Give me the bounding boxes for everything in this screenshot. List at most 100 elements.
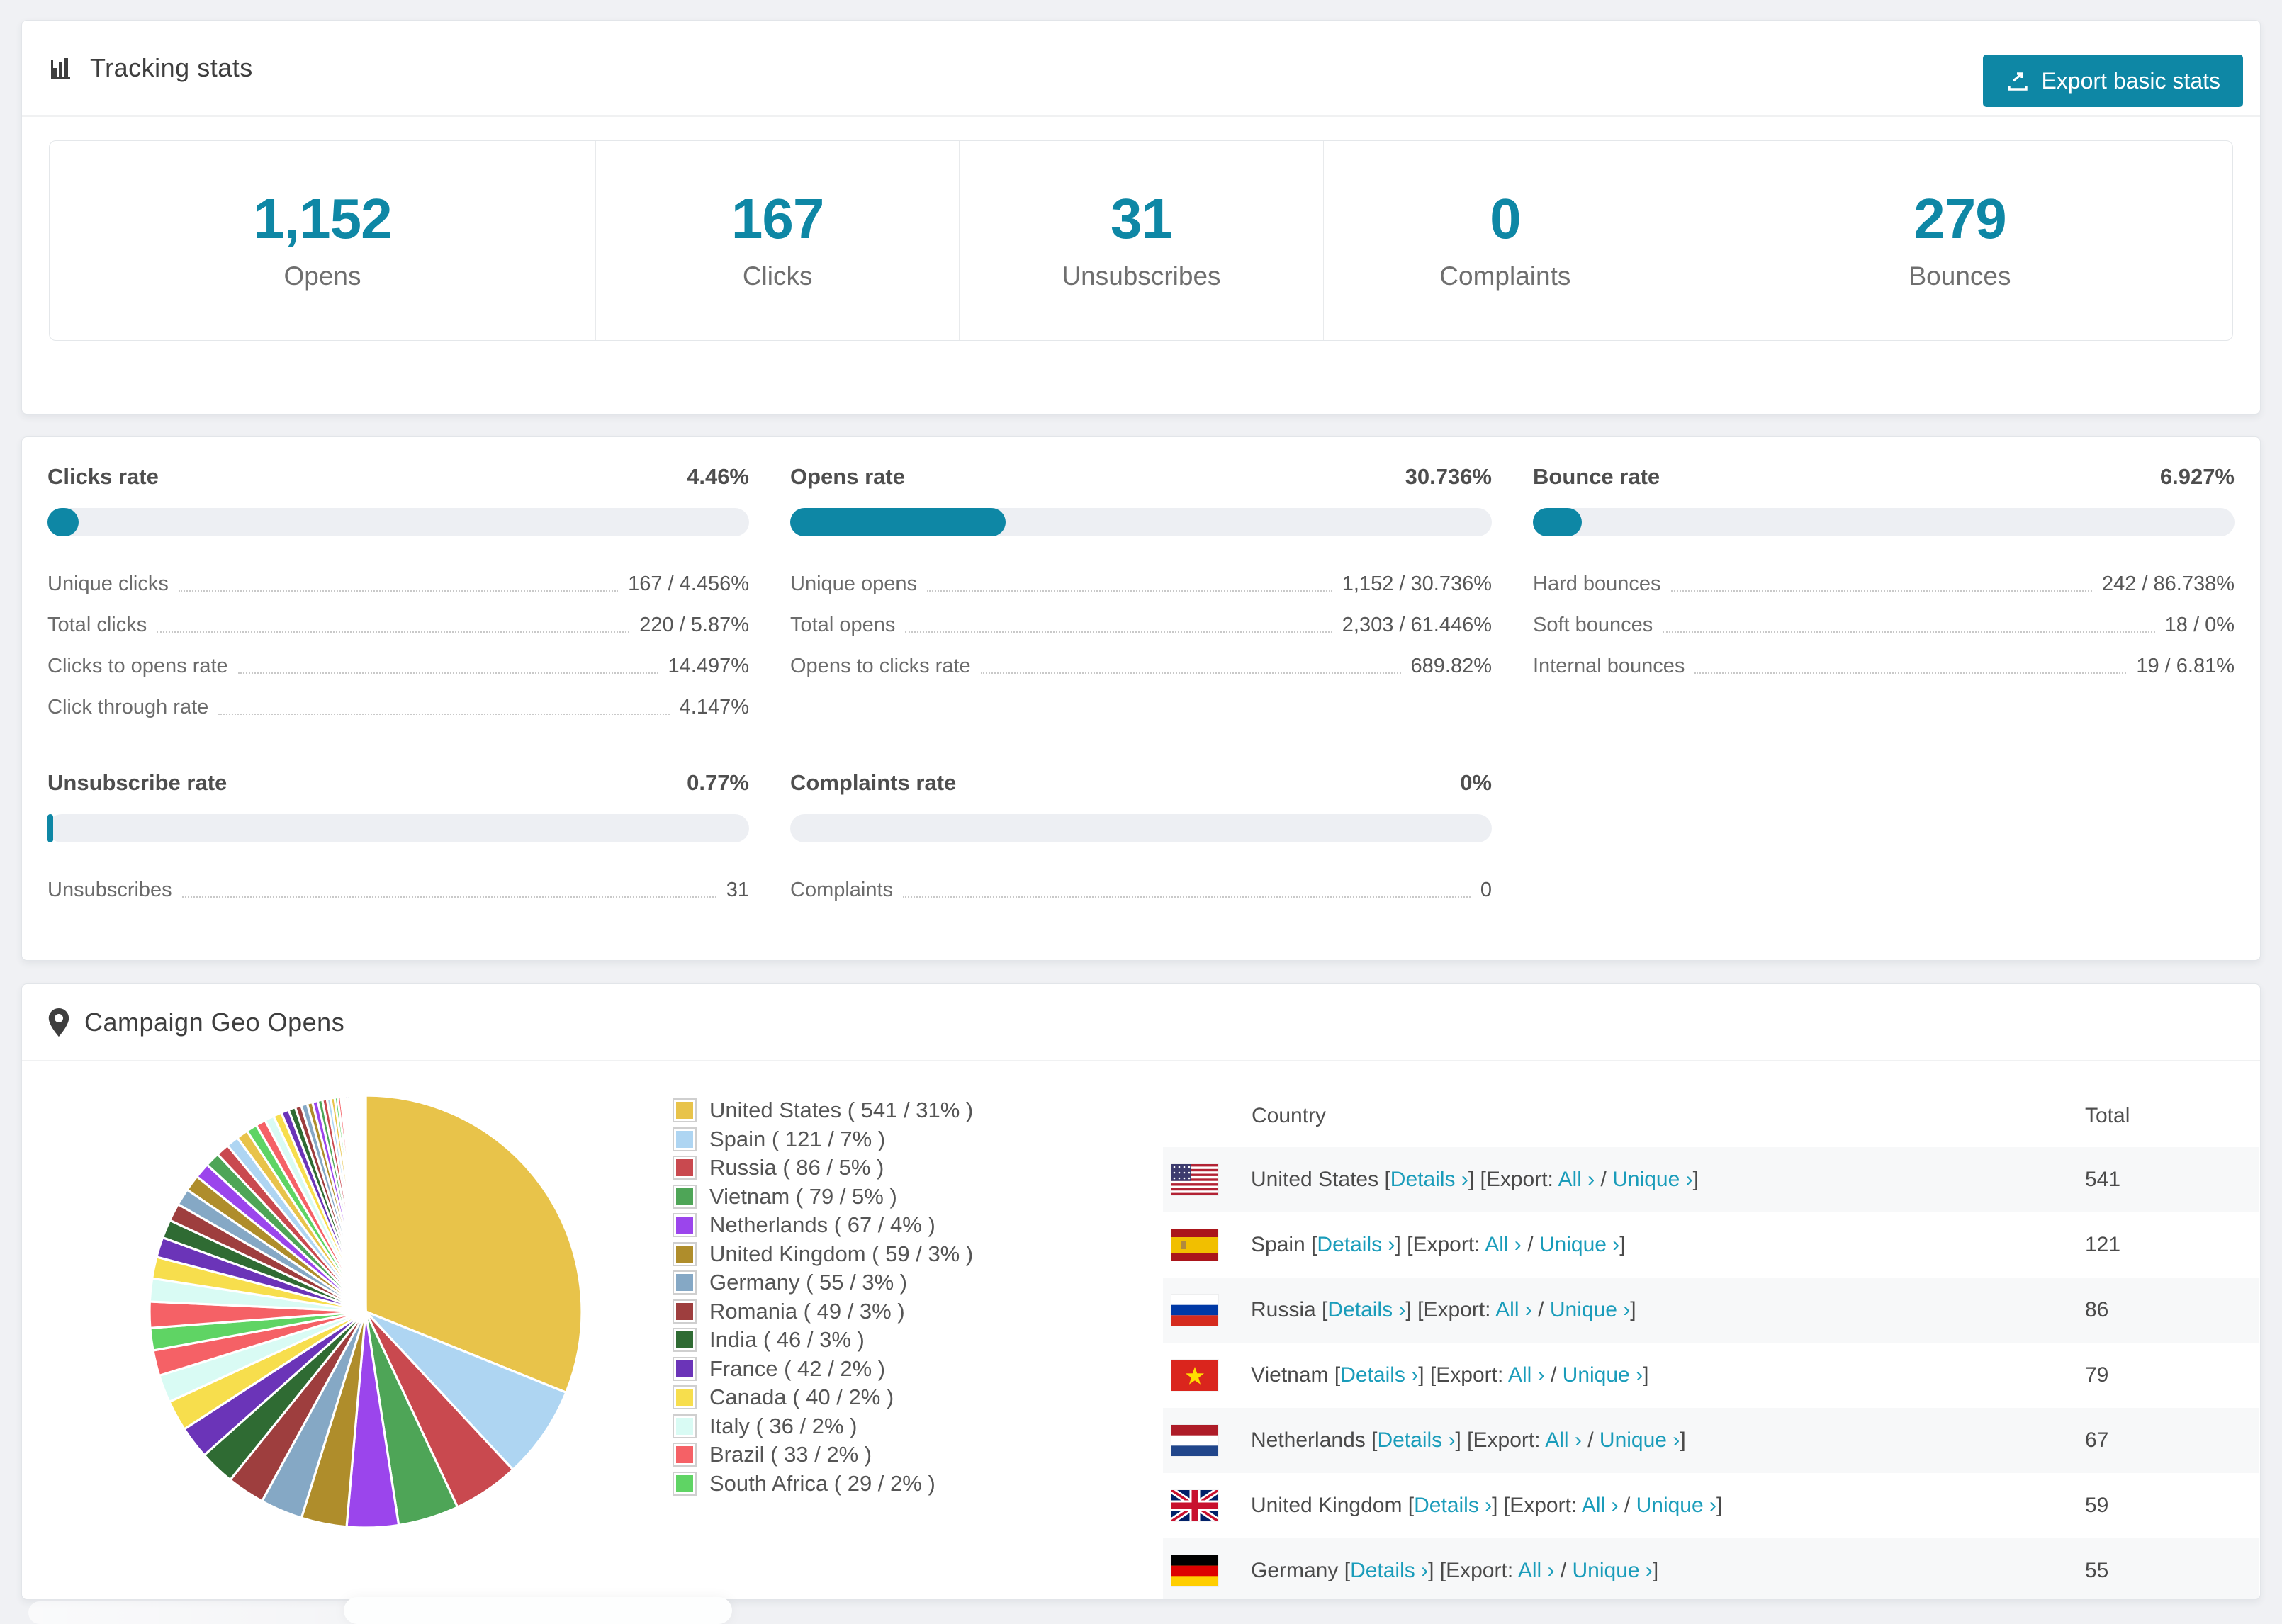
legend-swatch xyxy=(673,1299,697,1324)
flag-vietnam xyxy=(1171,1360,1218,1391)
bracket: ] xyxy=(1716,1494,1723,1517)
bracket: ] xyxy=(1652,1559,1659,1582)
export-prefix: Export: xyxy=(1473,1428,1546,1452)
rate-header: Opens rate 30.736% xyxy=(790,464,1492,490)
legend-item-germany[interactable]: Germany ( 55 / 3% ) xyxy=(673,1268,973,1297)
flag-germany xyxy=(1171,1555,1218,1586)
separator: / xyxy=(1595,1168,1613,1191)
legend-swatch xyxy=(673,1098,697,1123)
separator: / xyxy=(1521,1233,1539,1256)
geo-details-link[interactable]: Details › xyxy=(1340,1363,1418,1387)
geo-export-all-link[interactable]: All › xyxy=(1508,1363,1545,1387)
stat-label: Bounces xyxy=(1909,261,2011,291)
geo-details-link[interactable]: Details › xyxy=(1390,1168,1468,1191)
tracking-stats-page: Tracking stats Export basic stats 1,152 O… xyxy=(0,0,2282,1624)
dotted-leader xyxy=(1663,631,2155,633)
geo-export-all-link[interactable]: All › xyxy=(1582,1494,1619,1517)
legend-swatch xyxy=(673,1241,697,1266)
rate-detail-row: Clicks to opens rate 14.497% xyxy=(47,645,749,687)
geo-export-unique-link[interactable]: Unique › xyxy=(1600,1428,1680,1452)
legend-item-italy[interactable]: Italy ( 36 / 2% ) xyxy=(673,1412,973,1441)
legend-item-spain[interactable]: Spain ( 121 / 7% ) xyxy=(673,1125,973,1154)
bracket: ] [ xyxy=(1455,1428,1473,1452)
rate-detail-row: Total clicks 220 / 5.87% xyxy=(47,604,749,645)
separator: / xyxy=(1544,1363,1563,1387)
legend-swatch xyxy=(673,1127,697,1151)
country-name: Netherlands xyxy=(1251,1428,1372,1452)
rate-detail-row: Unique clicks 167 / 4.456% xyxy=(47,563,749,604)
table-row-spain: Spain [Details ›] [Export: All › / Uniqu… xyxy=(1163,1212,2259,1278)
stat-box-bounces: 279 Bounces xyxy=(1686,141,2232,340)
rate-detail-row: Total opens 2,303 / 61.446% xyxy=(790,604,1492,645)
legend-item-india[interactable]: India ( 46 / 3% ) xyxy=(673,1326,973,1355)
legend-label: France ( 42 / 2% ) xyxy=(709,1355,886,1381)
detail-value: 242 / 86.738% xyxy=(2101,572,2235,595)
legend-label: Canada ( 40 / 2% ) xyxy=(709,1385,894,1410)
legend-item-south-africa[interactable]: South Africa ( 29 / 2% ) xyxy=(673,1470,973,1499)
geo-export-unique-link[interactable]: Unique › xyxy=(1573,1559,1653,1582)
legend-label: Brazil ( 33 / 2% ) xyxy=(709,1442,872,1467)
geo-details-link[interactable]: Details › xyxy=(1350,1559,1428,1582)
geo-export-all-link[interactable]: All › xyxy=(1558,1168,1595,1191)
detail-label: Soft bounces xyxy=(1533,613,1653,636)
stat-value: 0 xyxy=(1490,186,1521,250)
separator: / xyxy=(1554,1559,1573,1582)
rate-block-complaints-rate: Complaints rate 0% Complaints 0 xyxy=(790,770,1492,910)
bracket: ] [ xyxy=(1418,1363,1437,1387)
legend-item-russia[interactable]: Russia ( 86 / 5% ) xyxy=(673,1154,973,1183)
legend-item-france[interactable]: France ( 42 / 2% ) xyxy=(673,1355,973,1384)
geo-details-link[interactable]: Details › xyxy=(1327,1298,1405,1321)
geo-export-all-link[interactable]: All › xyxy=(1495,1298,1532,1321)
pie-slice-other-61[interactable] xyxy=(364,1094,367,1313)
geo-details-link[interactable]: Details › xyxy=(1414,1494,1492,1517)
legend-item-united-kingdom[interactable]: United Kingdom ( 59 / 3% ) xyxy=(673,1240,973,1269)
column-header-total: Total xyxy=(2085,1104,2130,1127)
dotted-leader xyxy=(181,896,716,898)
stat-box-complaints: 0 Complaints xyxy=(1322,141,1687,340)
geo-opens-pie-chart[interactable] xyxy=(139,1085,592,1538)
legend-label: Russia ( 86 / 5% ) xyxy=(709,1155,884,1180)
geo-export-all-link[interactable]: All › xyxy=(1485,1233,1522,1256)
geo-export-unique-link[interactable]: Unique › xyxy=(1539,1233,1619,1256)
bottom-cutoff-overlay xyxy=(344,1597,732,1624)
geo-export-unique-link[interactable]: Unique › xyxy=(1612,1168,1692,1191)
rate-detail-row: Unique opens 1,152 / 30.736% xyxy=(790,563,1492,604)
dotted-leader xyxy=(1670,590,2092,592)
table-row-vietnam: Vietnam [Details ›] [Export: All › / Uni… xyxy=(1163,1343,2259,1408)
geo-details-link[interactable]: Details › xyxy=(1377,1428,1455,1452)
geo-export-all-link[interactable]: All › xyxy=(1545,1428,1582,1452)
rate-detail-row: Opens to clicks rate 689.82% xyxy=(790,645,1492,687)
rate-value: 4.46% xyxy=(687,464,749,489)
table-row-united-states: United States [Details ›] [Export: All ›… xyxy=(1163,1147,2259,1212)
total-cell: 55 xyxy=(2085,1559,2109,1582)
geo-export-unique-link[interactable]: Unique › xyxy=(1550,1298,1630,1321)
legend-swatch xyxy=(673,1385,697,1410)
geo-export-unique-link[interactable]: Unique › xyxy=(1563,1363,1643,1387)
export-basic-stats-button[interactable]: Export basic stats xyxy=(1983,55,2243,107)
legend-item-romania[interactable]: Romania ( 49 / 3% ) xyxy=(673,1297,973,1326)
detail-value: 18 / 0% xyxy=(2164,613,2235,636)
detail-label: Internal bounces xyxy=(1533,654,1685,677)
country-cell: Russia [Details ›] [Export: All › / Uniq… xyxy=(1251,1298,2085,1322)
rate-progress-track xyxy=(790,814,1492,842)
legend-swatch xyxy=(673,1471,697,1496)
geo-details-link[interactable]: Details › xyxy=(1317,1233,1395,1256)
bracket: [ xyxy=(1384,1168,1390,1191)
rate-detail-rows: Hard bounces 242 / 86.738% Soft bounces 18 … xyxy=(1533,563,2235,687)
rate-progress-fill xyxy=(47,508,79,536)
legend-item-netherlands[interactable]: Netherlands ( 67 / 4% ) xyxy=(673,1211,973,1240)
stats-summary-row: 1,152 Opens 167 Clicks 31 Unsubscribes 0 Compla… xyxy=(49,140,2233,341)
dotted-leader xyxy=(237,672,658,674)
dotted-leader xyxy=(926,590,1332,592)
geo-export-unique-link[interactable]: Unique › xyxy=(1636,1494,1716,1517)
legend-label: South Africa ( 29 / 2% ) xyxy=(709,1470,935,1496)
total-cell: 79 xyxy=(2085,1363,2109,1387)
legend-item-vietnam[interactable]: Vietnam ( 79 / 5% ) xyxy=(673,1183,973,1212)
legend-item-united-states[interactable]: United States ( 541 / 31% ) xyxy=(673,1096,973,1125)
dotted-leader xyxy=(1694,672,2127,674)
legend-item-canada[interactable]: Canada ( 40 / 2% ) xyxy=(673,1383,973,1412)
legend-item-brazil[interactable]: Brazil ( 33 / 2% ) xyxy=(673,1440,973,1470)
export-prefix: Export: xyxy=(1510,1494,1582,1517)
legend-label: Germany ( 55 / 3% ) xyxy=(709,1270,908,1295)
geo-export-all-link[interactable]: All › xyxy=(1518,1559,1555,1582)
